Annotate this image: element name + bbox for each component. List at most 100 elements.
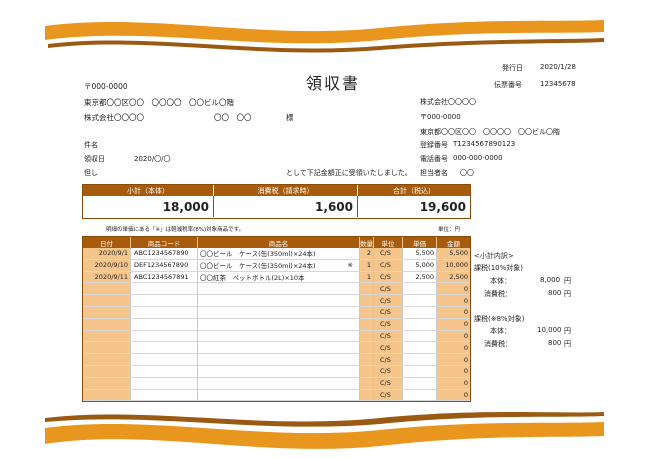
items-table: 日付 商品コード 商品名 数量 単位 単価 金額 2020/9/1 ABC1234… xyxy=(82,236,471,403)
cell-code xyxy=(131,377,198,390)
cell-price xyxy=(403,283,437,296)
rate8-base: 10,000 xyxy=(537,326,562,334)
cell-date xyxy=(83,354,131,366)
issuer-company: 株式会社〇〇〇〇 xyxy=(420,98,476,106)
cell-unit-text: C/S xyxy=(380,308,391,317)
cell-price xyxy=(403,306,437,319)
rate10-base-label: 本体： xyxy=(490,277,511,285)
document-title: 領収書 xyxy=(306,74,361,93)
header-amount: 金額 xyxy=(447,239,460,248)
summary-table: 小計（本体） 消費税（請求時） 合計（税込） 18,000 1,600 19,6… xyxy=(82,184,471,219)
cell-amount-text: 0 xyxy=(463,390,468,399)
cell-amount-text: 0 xyxy=(463,367,468,376)
cell-unit-text: C/S xyxy=(380,367,391,376)
reduced-rate-mark: ※ xyxy=(347,261,353,270)
header-price: 単価 xyxy=(403,237,437,248)
cell-date-text: 2020/9/1 xyxy=(98,249,128,258)
table-row: 2020/9/10 DEF1234567890 〇〇ビール ケース(缶(350ml)… xyxy=(83,259,470,272)
cell-qty-text: 1 xyxy=(366,261,371,270)
cell-amount: 5,500 xyxy=(437,248,470,260)
received-date: 2020/〇/〇 xyxy=(134,155,171,163)
breakdown-title: <小計内訳> xyxy=(474,252,514,260)
cell-date-text: 2020/9/11 xyxy=(94,272,128,281)
cell-date: 2020/9/11 xyxy=(83,271,131,284)
cell-price xyxy=(403,342,437,355)
unit-note: 単位：円 xyxy=(438,227,461,233)
cell-qty: 1 xyxy=(360,259,374,272)
table-row: C/S 0 xyxy=(83,377,470,390)
cell-code xyxy=(131,354,198,366)
recipient-company: 株式会社〇〇〇〇 xyxy=(84,113,144,122)
cell-qty: 1 xyxy=(360,271,374,284)
cell-qty xyxy=(360,377,374,390)
header-code: 商品コード xyxy=(131,237,198,248)
cell-code xyxy=(131,342,198,355)
cell-date xyxy=(83,342,131,355)
cell-qty xyxy=(360,389,374,402)
receipt-statement: として下記金額正に受領いたしました。 xyxy=(286,169,412,177)
rate8-label: 課税(※8%対象) xyxy=(474,315,525,323)
rate8-base-label: 本体： xyxy=(490,327,511,335)
cell-unit: C/S xyxy=(374,354,403,366)
issuer-contact-label: 担当者名 xyxy=(420,169,448,177)
table-row: C/S 0 xyxy=(83,318,470,331)
cell-amount-text: 5,500 xyxy=(449,249,468,258)
table-row: C/S 0 xyxy=(83,306,470,319)
cell-unit: C/S xyxy=(374,318,403,331)
cell-amount-text: 0 xyxy=(463,320,468,329)
cell-amount: 0 xyxy=(437,342,470,355)
cell-code-text: ABC1234567890 xyxy=(134,249,189,258)
cell-code: ABC1234567890 xyxy=(131,248,198,260)
cell-qty xyxy=(360,283,374,296)
cell-amount-text: 0 xyxy=(463,331,468,340)
recipient-honorific: 様 xyxy=(286,113,294,122)
proviso-label: 但し xyxy=(84,169,98,177)
cell-price: 5,000 xyxy=(403,259,437,272)
subject-label: 件名 xyxy=(84,141,98,149)
cell-qty xyxy=(360,295,374,307)
cell-amount: 0 xyxy=(437,295,470,307)
issuer-address: 東京都〇〇区〇〇 〇〇〇〇 〇〇ビル〇階 xyxy=(420,128,560,136)
cell-name xyxy=(198,365,360,378)
cell-price xyxy=(403,377,437,390)
cell-name: 〇〇ビール ケース(缶(350ml)×24本) xyxy=(198,248,360,260)
cell-unit: C/S xyxy=(374,330,403,343)
cell-date xyxy=(83,377,131,390)
cell-name xyxy=(198,377,360,390)
cell-name xyxy=(198,342,360,355)
table-row: C/S 0 xyxy=(83,354,470,366)
cell-date xyxy=(83,306,131,319)
cell-price-text: 5,000 xyxy=(415,261,434,270)
cell-amount-text: 2,500 xyxy=(449,272,468,281)
cell-unit: C/S xyxy=(374,283,403,296)
tax-header: 消費税（請求時） xyxy=(214,185,358,196)
recipient-postal: 〒000-0000 xyxy=(84,82,128,91)
issuer-registration: T1234567890123 xyxy=(453,140,516,148)
cell-code xyxy=(131,318,198,331)
cell-price: 5,500 xyxy=(403,248,437,260)
table-row: C/S 0 xyxy=(83,342,470,355)
currency-4: 円 xyxy=(564,340,571,348)
cell-code xyxy=(131,330,198,343)
cell-unit: C/S xyxy=(374,365,403,378)
cell-name xyxy=(198,330,360,343)
received-date-label: 領収日 xyxy=(84,155,105,163)
cell-date xyxy=(83,318,131,331)
cell-qty xyxy=(360,330,374,343)
cell-unit-text: C/S xyxy=(380,379,391,388)
cell-price xyxy=(403,318,437,331)
cell-amount: 0 xyxy=(437,306,470,319)
table-row: C/S 0 xyxy=(83,365,470,378)
cell-amount: 0 xyxy=(437,354,470,366)
reduced-rate-note: 明細の単価にある「※」は軽減税率(8%)対象商品です。 xyxy=(106,227,245,233)
cell-price: 2,500 xyxy=(403,271,437,284)
cell-name xyxy=(198,306,360,319)
issue-date: 2020/1/28 xyxy=(540,63,576,71)
cell-amount-text: 0 xyxy=(463,296,468,305)
header-date: 日付 xyxy=(83,237,131,248)
cell-name xyxy=(198,354,360,366)
cell-name: 〇〇紅茶 ペットボトル(2L)×10本 xyxy=(198,271,360,284)
slip-number-label: 伝票番号 xyxy=(494,81,522,89)
cell-name: 〇〇ビール ケース(缶(350ml)×24本) ※ xyxy=(198,259,360,272)
cell-name-text: 〇〇ビール ケース(缶(350ml)×24本) xyxy=(200,262,316,271)
